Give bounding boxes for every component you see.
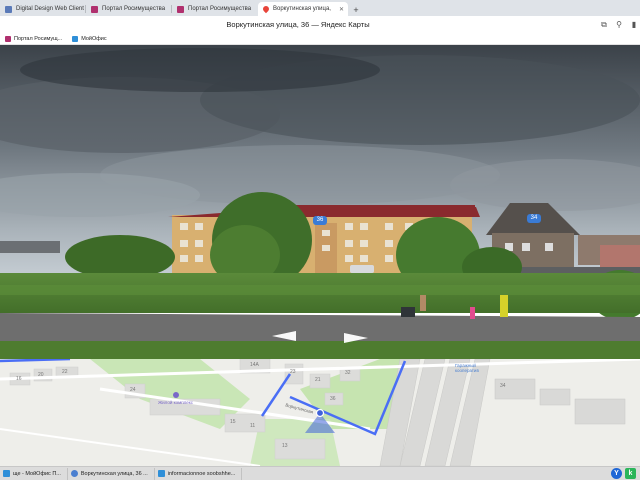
house-number-badge[interactable]: 36: [313, 216, 327, 225]
tab-label: Портал Росимущества: [188, 6, 252, 12]
mini-map[interactable]: 16 20 22 24 14А 23 21 36 32 15 11 13 34 …: [0, 359, 640, 466]
bookmark-portal[interactable]: Портал Росимущ...: [0, 36, 67, 42]
house-number-label: 14А: [250, 362, 259, 368]
document-icon: [157, 470, 165, 477]
portal-icon: [5, 36, 11, 42]
myoffice-icon: [72, 36, 79, 42]
street-panorama[interactable]: 36 34: [0, 45, 640, 359]
place-label[interactable]: Жилой комплекс: [158, 400, 193, 405]
house-number-label: 11: [250, 423, 256, 429]
dd-icon: [5, 5, 12, 13]
myoffice-icon: [3, 470, 10, 477]
portal-icon: [177, 5, 184, 13]
house-number-badge[interactable]: 34: [527, 214, 541, 223]
house-number-label: 34: [500, 383, 506, 389]
house-number-label: 21: [315, 377, 321, 383]
location-icon[interactable]: ⚲: [614, 20, 624, 30]
house-number-label: 15: [230, 419, 236, 425]
taskbar-item-document[interactable]: informacionnoe soobshhe...: [155, 467, 243, 480]
tab-yandex-maps[interactable]: Воркутинская улица, ✕: [258, 2, 348, 16]
taskbar-item-label: Воркутинская улица, 36 ...: [80, 470, 148, 477]
portal-icon: [91, 5, 98, 13]
system-tray: Y k: [611, 468, 636, 479]
taskbar-item-label: informacionnoe soobshhe...: [167, 470, 236, 477]
map-canvas: [0, 359, 640, 466]
house-number-label: 32: [345, 370, 351, 376]
bookmark-tab-icon[interactable]: ⧉: [599, 20, 609, 30]
bookmark-icon[interactable]: ▮: [629, 20, 639, 30]
taskbar-item-myoffice[interactable]: ще - МойОфис П...: [0, 467, 68, 480]
house-number-label: 20: [38, 372, 44, 378]
tab-label: Digital Design Web Client: [16, 6, 84, 12]
close-tab-icon[interactable]: ✕: [339, 6, 344, 13]
taskbar-item-browser[interactable]: Воркутинская улица, 36 ...: [68, 467, 155, 480]
house-number-label: 23: [290, 369, 296, 375]
title-bar: Воркутинская улица, 36 — Яндекс Карты ⧉ …: [0, 16, 640, 34]
house-number-label: 16: [16, 376, 22, 382]
tab-portal-1[interactable]: Портал Росимущества: [86, 2, 172, 16]
tab-label: Воркутинская улица,: [273, 6, 331, 12]
keyboard-layout-icon[interactable]: k: [625, 468, 636, 479]
house-number-label: 22: [62, 369, 68, 375]
panorama-scene: [0, 45, 640, 359]
bookmark-label: МойОфис: [81, 36, 107, 42]
yandex-browser-icon[interactable]: Y: [611, 468, 622, 479]
taskbar-item-label: ще - МойОфис П...: [13, 470, 61, 477]
house-number-label: 13: [282, 443, 288, 449]
house-number-label: 36: [330, 396, 336, 402]
taskbar: ще - МойОфис П... Воркутинская улица, 36…: [0, 466, 640, 480]
position-marker-icon[interactable]: [315, 408, 325, 418]
house-number-label: 24: [130, 387, 136, 393]
map-pin-icon: [261, 4, 271, 14]
browser-tab-bar: Digital Design Web Client Портал Росимущ…: [0, 0, 640, 16]
tab-label: Портал Росимущества: [102, 6, 166, 12]
bookmarks-bar: Портал Росимущ... МойОфис: [0, 34, 640, 45]
new-tab-button[interactable]: +: [350, 4, 362, 16]
tab-digital-design[interactable]: Digital Design Web Client: [0, 2, 86, 16]
browser-icon: [70, 470, 78, 477]
garage-label: Гаражный кооператив: [455, 363, 479, 373]
bookmark-myoffice[interactable]: МойОфис: [67, 36, 111, 42]
page-title: Воркутинская улица, 36 — Яндекс Карты: [226, 20, 370, 29]
tab-portal-2[interactable]: Портал Росимущества: [172, 2, 258, 16]
place-icon[interactable]: [173, 392, 179, 398]
bookmark-label: Портал Росимущ...: [14, 36, 63, 42]
